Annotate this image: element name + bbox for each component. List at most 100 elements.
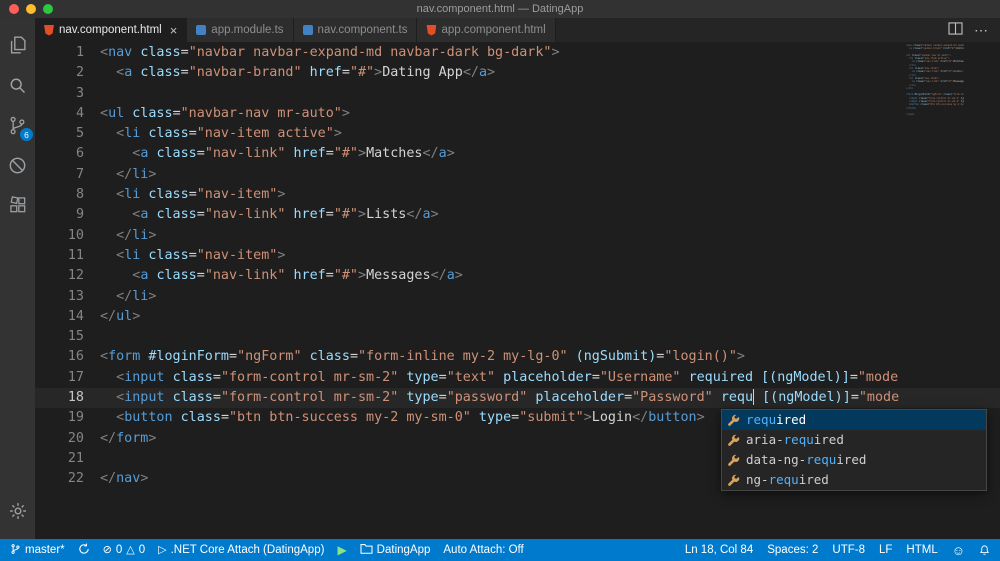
code-line-17[interactable]: 17 <input class="form-control mr-sm-2" t… bbox=[35, 368, 1000, 388]
code-line-7[interactable]: 7 </li> bbox=[35, 165, 1000, 185]
error-count: 0 bbox=[115, 544, 123, 556]
code-line-6[interactable]: 6 <a class="nav-link" href="#">Matches</… bbox=[35, 144, 1000, 164]
code-line-12[interactable]: 12 <a class="nav-link" href="#">Messages… bbox=[35, 266, 1000, 286]
notifications-bell-icon[interactable] bbox=[979, 544, 990, 556]
code-line-9[interactable]: 9 <a class="nav-link" href="#">Lists</a> bbox=[35, 205, 1000, 225]
code-text: <li class="nav-item"> bbox=[116, 247, 286, 263]
sync-button[interactable] bbox=[78, 543, 90, 558]
activity-bar: 6 bbox=[0, 18, 35, 539]
code-text: <form #loginForm="ngForm" class="form-in… bbox=[100, 349, 745, 365]
close-tab-icon[interactable]: × bbox=[170, 24, 178, 37]
extensions-icon[interactable] bbox=[0, 185, 35, 225]
code-text: </nav> bbox=[100, 471, 149, 487]
explorer-icon[interactable] bbox=[0, 25, 35, 65]
line-number: 8 bbox=[75, 187, 84, 203]
suggestion-aria-required[interactable]: aria-required bbox=[722, 430, 986, 450]
warning-count: 0 bbox=[138, 544, 146, 556]
line-number: 5 bbox=[75, 126, 84, 142]
tab-nav-component-ts[interactable]: nav.component.ts bbox=[293, 18, 418, 42]
code-text: </li> bbox=[116, 227, 157, 243]
feedback-smiley-icon[interactable]: ☺ bbox=[952, 543, 965, 558]
code-line-5[interactable]: 5 <li class="nav-item active"> bbox=[35, 124, 1000, 144]
run-task-button[interactable]: ▶ bbox=[337, 543, 346, 557]
tab-label: nav.component.html bbox=[59, 24, 162, 36]
code-text: <nav class="navbar navbar-expand-md navb… bbox=[100, 45, 560, 60]
indentation-status[interactable]: Spaces: 2 bbox=[767, 544, 818, 556]
source-control-icon[interactable]: 6 bbox=[0, 105, 35, 145]
tab-label: nav.component.ts bbox=[317, 24, 408, 36]
split-editor-icon[interactable] bbox=[948, 22, 963, 38]
code-text: <a class="nav-link" href="#">Messages</a… bbox=[132, 268, 463, 284]
suggest-widget: required aria-required data-ng-required … bbox=[721, 409, 987, 491]
more-actions-icon[interactable]: ⋯ bbox=[974, 23, 988, 37]
line-number: 6 bbox=[75, 146, 84, 162]
code-text: </li> bbox=[116, 288, 157, 304]
tab-bar: nav.component.html × app.module.ts nav.c… bbox=[35, 18, 1000, 42]
code-line-15[interactable]: 15 bbox=[35, 327, 1000, 347]
code-line-8[interactable]: 8 <li class="nav-item"> bbox=[35, 185, 1000, 205]
language-mode-status[interactable]: HTML bbox=[906, 544, 937, 556]
settings-gear-icon[interactable] bbox=[0, 491, 35, 531]
tab-label: app.module.ts bbox=[211, 24, 284, 36]
property-icon bbox=[727, 474, 740, 487]
zoom-window-button[interactable] bbox=[43, 4, 53, 14]
encoding-status[interactable]: UTF-8 bbox=[832, 544, 865, 556]
suggestion-label: ng-required bbox=[746, 471, 829, 487]
debug-icon[interactable] bbox=[0, 145, 35, 185]
auto-attach-status[interactable]: Auto Attach: Off bbox=[443, 544, 523, 556]
code-text: <a class="nav-link" href="#">Matches</a> bbox=[132, 146, 455, 162]
code-text: <li class="nav-item"> bbox=[116, 187, 286, 203]
suggestion-label: required bbox=[746, 411, 807, 427]
close-window-button[interactable] bbox=[9, 4, 19, 14]
line-number: 15 bbox=[67, 329, 84, 345]
code-line-2[interactable]: 2 <a class="navbar-brand" href="#">Datin… bbox=[35, 63, 1000, 83]
suggestion-required[interactable]: required bbox=[722, 410, 986, 430]
line-number: 14 bbox=[67, 308, 84, 324]
play-icon: ▶ bbox=[337, 543, 347, 557]
status-bar: master* ⊘ 0 △ 0 ▷ .NET Core Attach (Dati… bbox=[0, 539, 1000, 561]
search-icon[interactable] bbox=[0, 65, 35, 105]
suggestion-data-ng-required[interactable]: data-ng-required bbox=[722, 450, 986, 470]
minimap[interactable]: <nav class="navbar navbar-expand-md navb… bbox=[906, 44, 964, 117]
code-line-11[interactable]: 11 <li class="nav-item"> bbox=[35, 246, 1000, 266]
cursor-position-status[interactable]: Ln 18, Col 84 bbox=[685, 544, 753, 556]
suggestion-label: aria-required bbox=[746, 431, 844, 447]
suggestion-ng-required[interactable]: ng-required bbox=[722, 470, 986, 490]
tab-nav-component-html[interactable]: nav.component.html × bbox=[35, 18, 188, 42]
suggestion-label: data-ng-required bbox=[746, 451, 867, 467]
line-number: 21 bbox=[67, 450, 84, 466]
line-number: 10 bbox=[67, 227, 84, 243]
line-number: 11 bbox=[67, 247, 84, 263]
eol-status[interactable]: LF bbox=[879, 544, 892, 556]
ts-file-icon bbox=[302, 25, 313, 35]
code-text: <a class="navbar-brand" href="#">Dating … bbox=[116, 65, 496, 81]
code-line-18[interactable]: 18 <input class="form-control mr-sm-2" t… bbox=[35, 388, 1000, 409]
line-number: 12 bbox=[67, 268, 84, 284]
code-line-1[interactable]: 1 <nav class="navbar navbar-expand-md nav… bbox=[35, 43, 1000, 63]
code-line-13[interactable]: 13 </li> bbox=[35, 287, 1000, 307]
debug-config-status[interactable]: ▷ .NET Core Attach (DatingApp) bbox=[158, 544, 324, 556]
editor[interactable]: 1 <nav class="navbar navbar-expand-md nav… bbox=[35, 42, 1000, 539]
git-branch-status[interactable]: master* bbox=[10, 543, 65, 558]
branch-icon bbox=[10, 543, 21, 558]
code-line-14[interactable]: 14 </ul> bbox=[35, 307, 1000, 327]
code-text: <button class="btn btn-success my-2 my-s… bbox=[116, 410, 705, 426]
property-icon bbox=[727, 454, 740, 467]
html-file-icon bbox=[426, 24, 437, 36]
debug-config-label: .NET Core Attach (DatingApp) bbox=[170, 544, 325, 556]
code-line-3[interactable]: 3 bbox=[35, 84, 1000, 104]
tab-app-component-html[interactable]: app.component.html bbox=[417, 18, 556, 42]
line-number: 16 bbox=[67, 349, 84, 365]
problems-status[interactable]: ⊘ 0 △ 0 bbox=[103, 544, 146, 556]
code-line-4[interactable]: 4 <ul class="navbar-nav mr-auto"> bbox=[35, 104, 1000, 124]
code-text: <input class="form-control mr-sm-2" type… bbox=[116, 389, 900, 406]
minimize-window-button[interactable] bbox=[26, 4, 36, 14]
code-line-16[interactable]: 16 <form #loginForm="ngForm" class="form-… bbox=[35, 347, 1000, 367]
code-text: </form> bbox=[100, 430, 157, 446]
line-number: 7 bbox=[75, 166, 84, 182]
code-text: </li> bbox=[116, 166, 157, 182]
tab-app-module-ts[interactable]: app.module.ts bbox=[187, 18, 294, 42]
line-number: 22 bbox=[67, 471, 84, 487]
workspace-status[interactable]: DatingApp bbox=[360, 543, 430, 557]
code-line-10[interactable]: 10 </li> bbox=[35, 226, 1000, 246]
